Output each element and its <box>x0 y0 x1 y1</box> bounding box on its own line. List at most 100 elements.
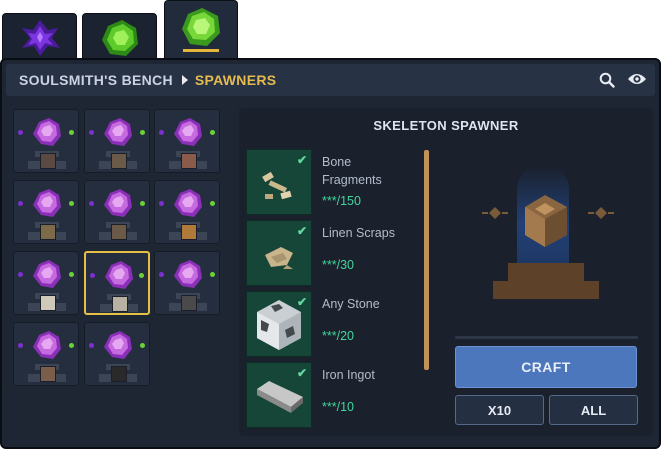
green-dot-icon <box>140 201 145 206</box>
mob-spider-icon <box>40 153 56 169</box>
spawner-pedestal <box>28 222 66 240</box>
green-dot-icon <box>139 273 144 278</box>
craft-all-button[interactable]: ALL <box>549 395 638 425</box>
ingredient-count: ***/10 <box>322 400 354 414</box>
iron-ingot-icon <box>257 381 303 413</box>
spawner-pedestal <box>169 293 207 311</box>
spawner-pedestal <box>100 294 138 312</box>
purple-dot-icon <box>89 201 94 206</box>
ingredient-name-line1: Linen Scraps <box>322 226 395 240</box>
ingredient-linen-scraps[interactable]: ✔ Linen Scraps ***/30 <box>246 220 426 288</box>
mob-blaze-icon <box>181 224 197 240</box>
skeleton-spawner-preview-icon <box>482 195 614 299</box>
spawner-pedestal <box>99 222 137 240</box>
tab-green-crystal[interactable] <box>82 13 157 61</box>
ingredient-any-stone[interactable]: ✔ Any Stone ***/20 <box>246 291 426 359</box>
spawner-crystal-icon <box>104 331 132 359</box>
spawner-crystal-icon <box>33 260 61 288</box>
search-icon[interactable] <box>599 72 615 93</box>
spawner-preview <box>455 135 638 325</box>
tab-purple-crystal[interactable] <box>2 13 77 61</box>
ingredient-name-line2: Fragments <box>322 173 382 187</box>
breadcrumb-arrow-icon <box>181 75 188 85</box>
purple-crystal-icon <box>18 18 62 58</box>
mob-husk-icon <box>40 366 56 382</box>
spawner-crystal-icon <box>174 260 202 288</box>
purple-dot-icon <box>18 130 23 135</box>
spawner-crystal-icon <box>104 189 132 217</box>
spawner-slot-cave-spider[interactable] <box>154 251 220 315</box>
green-dot-icon <box>210 201 215 206</box>
mob-skeleton-head-icon <box>40 295 56 311</box>
preview-divider <box>455 336 638 339</box>
green-crystal-icon <box>178 6 224 48</box>
spawner-slot-creeper[interactable] <box>13 180 79 244</box>
spawner-crystal-icon <box>105 261 133 289</box>
ingredient-iron-ingot[interactable]: ✔ Iron Ingot ***/10 <box>246 362 426 430</box>
ingredient-slot: ✔ <box>246 291 312 357</box>
bone-fragments-icon <box>262 171 292 200</box>
green-dot-icon <box>69 272 74 277</box>
breadcrumb-root[interactable]: SOULSMITH'S BENCH <box>19 72 173 88</box>
green-dot-icon <box>140 130 145 135</box>
green-dot-icon <box>210 130 215 135</box>
craft-button[interactable]: CRAFT <box>455 346 637 388</box>
spawner-pedestal <box>28 151 66 169</box>
linen-scraps-icon <box>265 247 293 269</box>
ingredient-slot: ✔ <box>246 362 312 428</box>
spawner-slot-blaze[interactable] <box>154 180 220 244</box>
purple-dot-icon <box>89 343 94 348</box>
mob-cave-spider-icon <box>181 295 197 311</box>
green-dot-icon <box>69 130 74 135</box>
ingredient-name: Linen Scraps <box>322 224 422 242</box>
mob-zombie-icon <box>111 224 127 240</box>
ingredient-name-line1: Iron Ingot <box>322 368 375 382</box>
spawner-slot-skeleton[interactable] <box>84 251 150 315</box>
stone-block-icon <box>257 300 301 350</box>
ingredient-bone-fragments[interactable]: ✔ Bone Fragments ***/150 <box>246 149 426 217</box>
purple-dot-icon <box>18 201 23 206</box>
ingredient-count: ***/30 <box>322 258 354 272</box>
eye-icon[interactable] <box>627 72 647 91</box>
recipe-title: SKELETON SPAWNER <box>373 118 519 133</box>
spawner-crystal-icon <box>174 118 202 146</box>
purple-dot-icon <box>90 273 95 278</box>
ingredients-scrollbar[interactable] <box>424 150 429 370</box>
craft-x10-button[interactable]: X10 <box>455 395 544 425</box>
spawner-slot-skeleton-head[interactable] <box>13 251 79 315</box>
ingredient-slot: ✔ <box>246 149 312 215</box>
ingredient-name-line1: Any Stone <box>322 297 380 311</box>
purple-dot-icon <box>159 272 164 277</box>
purple-dot-icon <box>18 343 23 348</box>
breadcrumb-current: SPAWNERS <box>194 72 277 88</box>
purple-dot-icon <box>159 201 164 206</box>
spawner-crystal-icon <box>33 331 61 359</box>
tab-green-crystal-selected[interactable] <box>164 0 238 60</box>
purple-dot-icon <box>89 130 94 135</box>
mob-skeleton-icon <box>112 296 128 312</box>
spawner-pedestal <box>99 151 137 169</box>
spawner-slot-husk[interactable] <box>13 322 79 386</box>
spawner-crystal-icon <box>104 118 132 146</box>
spawner-slot-zombie[interactable] <box>84 180 150 244</box>
spawner-pedestal <box>169 151 207 169</box>
spawner-pedestal <box>99 364 137 382</box>
spawner-slot-zombie[interactable] <box>84 109 150 173</box>
ingredient-count: ***/20 <box>322 329 354 343</box>
mob-pig-icon <box>181 153 197 169</box>
green-dot-icon <box>69 343 74 348</box>
purple-dot-icon <box>18 272 23 277</box>
mob-creeper-icon <box>40 224 56 240</box>
ingredient-name: Any Stone <box>322 295 422 313</box>
spawner-slot-enderman[interactable] <box>84 322 150 386</box>
ingredient-name: Iron Ingot <box>322 366 422 384</box>
spawner-pedestal <box>28 364 66 382</box>
spawner-crystal-icon <box>174 189 202 217</box>
spawner-slot-pig[interactable] <box>154 109 220 173</box>
ingredient-slot: ✔ <box>246 220 312 286</box>
spawner-pedestal <box>28 293 66 311</box>
green-dot-icon <box>69 201 74 206</box>
spawner-crystal-icon <box>33 189 61 217</box>
ingredient-name: Bone Fragments <box>322 153 422 189</box>
spawner-slot-spider[interactable] <box>13 109 79 173</box>
